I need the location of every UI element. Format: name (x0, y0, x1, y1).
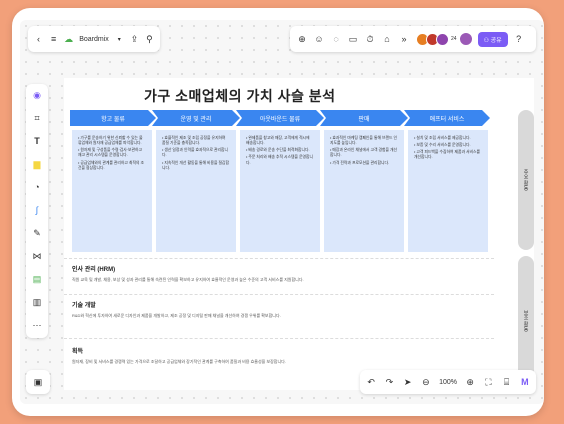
side-label: 보조 활동 (522, 310, 529, 332)
redo-icon[interactable]: ↷ (384, 376, 394, 388)
section-body: R&D와 혁신에 투자하여 새로운 디자인과 제품을 개발하고, 제조 공정 및… (72, 313, 281, 318)
stage-arrow-2[interactable]: 운영 및 관리 (152, 110, 240, 126)
share-button[interactable]: ⚇ 공유 (477, 31, 508, 47)
stage-text: • 가구를 운송하기 위한 신뢰할 수 있는 물류업체와 원자재 공급업체를 파… (78, 136, 143, 146)
stage-column-4[interactable]: • 효과적인 마케팅 캠페인을 통해 브랜드 인지도를 높입니다. • 매장과 … (324, 130, 404, 252)
shape-icon[interactable]: ◔ (30, 180, 44, 194)
section-hrm[interactable]: 인사 관리 (HRM) 직원 교육 및 개발, 채용, 보상 및 성과 관리를 … (72, 264, 486, 283)
stage-text: • 설치 및 조립 서비스를 제공합니다. (414, 136, 471, 140)
more-tools-icon[interactable]: ⋯ (30, 318, 44, 332)
add-icon[interactable]: ⊕ (296, 33, 308, 45)
side-label: 주요 활동 (522, 169, 529, 191)
chevron-down-icon[interactable]: ▾ (115, 33, 124, 45)
zoom-in-icon[interactable]: ⊕ (465, 376, 475, 388)
stage-text: • 가격 전략과 프로모션을 관리합니다. (330, 160, 389, 165)
stage-text: • 배송 경로와 운송 수단을 최적화합니다. (246, 148, 310, 153)
minimap-icon: ▣ (33, 376, 43, 387)
stage-text: • 효과적인 마케팅 캠페인을 통해 브랜드 인지도를 높입니다. (330, 136, 398, 146)
primary-activities-label[interactable]: 주요 활동 (518, 110, 534, 250)
template-icon[interactable]: ▥ (30, 295, 44, 309)
value-chain-board[interactable]: 가구 소매업체의 가치 사슬 분석 항고 물류 운영 및 관리 아웃바운드 물류… (64, 78, 534, 390)
comment-icon[interactable]: ◌ (330, 33, 342, 45)
avatar-count: 24 (451, 36, 457, 42)
share-label: 공유 (490, 37, 502, 44)
stage-text: • 고객 피드백을 수집하여 제품과 서비스를 개선합니다. (414, 150, 480, 160)
table-icon[interactable]: ▤ (30, 272, 44, 286)
stage-column-3[interactable]: • 완제품을 창고와 매장, 고객에게 적시에 배송합니다. • 배송 경로와 … (240, 130, 320, 252)
stage-text: • 보증 및 수리 서비스를 운영합니다. (414, 143, 471, 148)
stage-text: • 지속적인 개선 활동을 통해 비용을 절감합니다. (162, 160, 230, 170)
brand-name[interactable]: Boardmix (79, 36, 109, 43)
divider (64, 338, 494, 340)
user-avatar[interactable] (458, 32, 473, 46)
fit-screen-icon[interactable]: ⛶ (483, 376, 493, 388)
zoom-out-icon[interactable]: ⊖ (421, 376, 431, 388)
undo-icon[interactable]: ↶ (366, 376, 376, 388)
stage-text: • 공급업체와의 관계를 관리하고 최적의 조건을 협상합니다. (78, 160, 144, 170)
stage-text: • 생산 일정과 인력을 효과적으로 관리합니다. (162, 148, 228, 158)
section-technology[interactable]: 기술 개발 R&D와 혁신에 투자하여 새로운 디자인과 제품을 개발하고, 제… (72, 300, 486, 319)
search-icon[interactable]: ⚲ (145, 33, 154, 45)
stage-column-5[interactable]: • 설치 및 조립 서비스를 제공합니다. • 보증 및 수리 서비스를 운영합… (408, 130, 488, 252)
divider (64, 258, 494, 260)
cursor-icon[interactable]: ➤ (403, 376, 413, 388)
text-icon[interactable]: T (30, 134, 44, 148)
stage-arrow-1[interactable]: 항고 물류 (70, 110, 156, 126)
avatar-group[interactable]: 24 (416, 32, 457, 46)
timer-icon[interactable]: ⏱ (364, 33, 376, 45)
section-body: 직원 교육 및 개발, 채용, 보상 및 성과 관리를 통해 숙련된 인력을 확… (72, 277, 304, 282)
stage-label: 항고 물류 (101, 116, 125, 123)
left-toolbar: ◉ ⌗ T ▆ ◔ ∫ ✎ ⋈ ▤ ▥ ⋯ (26, 84, 48, 338)
like-icon[interactable]: ☺ (313, 33, 325, 45)
stage-column-2[interactable]: • 효율적인 제조 및 조립 공정을 유지하며 품질 기준을 충족합니다. • … (156, 130, 236, 252)
stage-column-1[interactable]: • 가구를 운송하기 위한 신뢰할 수 있는 물류업체와 원자재 공급업체를 파… (72, 130, 152, 252)
help-icon[interactable]: ? (513, 33, 525, 45)
sticky-note-icon[interactable]: ▆ (30, 157, 44, 171)
bottom-toolbar: ↶ ↷ ➤ ⊖ 100% ⊕ ⛶ ⌸ M (360, 370, 536, 394)
more-chevron-icon[interactable]: » (398, 33, 410, 45)
stage-arrow-4[interactable]: 판매 (320, 110, 408, 126)
divider (64, 294, 494, 296)
board-title: 가구 소매업체의 가치 사슬 분석 (144, 88, 336, 104)
section-procurement[interactable]: 획득 원자재, 장비 및 서비스를 경쟁력 있는 가격으로 조달하고 공급업체와… (72, 346, 486, 365)
minimap-button[interactable]: ▣ (26, 370, 50, 394)
stage-text: • 원자재 및 구성품을 수령·검사·보관하고 재고 관리 시스템을 운영합니다… (78, 148, 142, 158)
avatar (436, 32, 449, 46)
palette-icon[interactable]: ◉ (30, 88, 44, 102)
section-title: 획득 (72, 349, 84, 355)
stage-label: 운영 및 관리 (180, 116, 212, 123)
section-body: 원자재, 장비 및 서비스를 경쟁력 있는 가격으로 조달하고 공급업체와 장기… (72, 359, 286, 364)
top-left-toolbar: ‹ ≡ ☁ Boardmix ▾ ⇪ ⚲ (28, 26, 160, 52)
connector-icon[interactable]: ∫ (30, 203, 44, 217)
support-activities-label[interactable]: 보조 활동 (518, 256, 534, 386)
back-icon[interactable]: ‹ (34, 33, 43, 45)
stage-arrow-3[interactable]: 아웃바운드 물류 (236, 110, 324, 126)
stage-label: 판매 (358, 116, 370, 123)
section-title: 기술 개발 (72, 303, 96, 309)
canvas[interactable]: ‹ ≡ ☁ Boardmix ▾ ⇪ ⚲ ⊕ ☺ ◌ ▭ ⏱ ⌂ » 24 ⚇ … (20, 20, 544, 404)
section-title: 인사 관리 (HRM) (72, 267, 116, 273)
zoom-level[interactable]: 100% (439, 379, 457, 386)
book-icon[interactable]: ⌸ (502, 376, 512, 388)
stage-text: • 주문 처리와 배송 추적 시스템을 운영합니다. (246, 155, 314, 165)
stage-text: • 완제품을 창고와 매장, 고객에게 적시에 배송합니다. (246, 136, 310, 146)
ai-assistant-icon[interactable]: M (520, 376, 530, 388)
pen-icon[interactable]: ✎ (30, 226, 44, 240)
stage-text: • 효율적인 제조 및 조립 공정을 유지하며 품질 기준을 충족합니다. (162, 136, 226, 146)
stage-label: 아웃바운드 물류 (259, 116, 301, 123)
stage-arrow-5[interactable]: 애프터 서비스 (404, 110, 490, 126)
stage-label: 애프터 서비스 (429, 116, 465, 123)
mindmap-icon[interactable]: ⋈ (30, 249, 44, 263)
frame-icon[interactable]: ⌗ (30, 111, 44, 125)
present-icon[interactable]: ▭ (347, 33, 359, 45)
vote-icon[interactable]: ⌂ (381, 33, 393, 45)
menu-icon[interactable]: ≡ (49, 33, 58, 45)
top-right-toolbar: ⊕ ☺ ◌ ▭ ⏱ ⌂ » 24 ⚇ 공유 ? (290, 26, 536, 52)
cloud-icon: ☁ (64, 33, 74, 44)
stage-text: • 매장과 온라인 채널에서 고객 경험을 개선합니다. (330, 148, 398, 158)
export-icon[interactable]: ⇪ (130, 33, 139, 45)
